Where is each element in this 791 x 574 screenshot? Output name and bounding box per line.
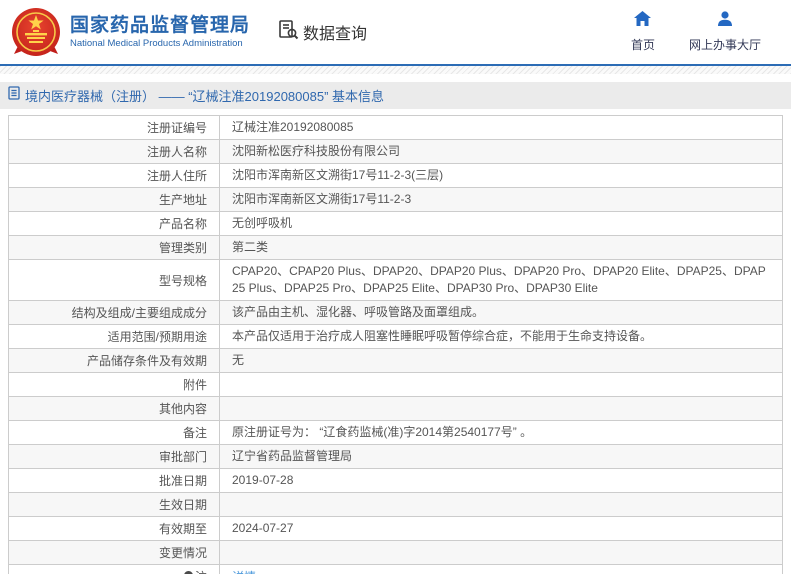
row-label: 其他内容 (8, 396, 220, 421)
table-row: 适用范围/预期用途 本产品仅适用于治疗成人阻塞性睡眠呼吸暂停综合症，不能用于生命… (8, 324, 783, 349)
table-row: 注册人住所 沈阳市浑南新区文溯街17号11-2-3(三层) (8, 163, 783, 188)
table-row: 批准日期 2019-07-28 (8, 468, 783, 493)
nav-service-hall[interactable]: 网上办事大厅 (689, 11, 761, 53)
data-query-label: 数据查询 (303, 26, 368, 43)
top-nav: 首页 网上办事大厅 (631, 11, 761, 53)
row-value: 辽械注准20192080085 (219, 115, 783, 140)
row-label: 管理类别 (8, 235, 220, 260)
row-value: 沈阳市浑南新区文溯街17号11-2-3(三层) (219, 163, 783, 188)
table-row: 生产地址 沈阳市浑南新区文溯街17号11-2-3 (8, 187, 783, 212)
row-value: 沈阳新松医疗科技股份有限公司 (219, 139, 783, 164)
row-value: 无 (219, 348, 783, 373)
hatch-divider (0, 66, 791, 74)
row-label: 附件 (8, 372, 220, 397)
table-row: 备注 原注册证号为： “辽食药监械(准)字2014第2540177号” 。 (8, 420, 783, 445)
table-row: 管理类别 第二类 (8, 235, 783, 260)
row-value (219, 396, 783, 421)
row-label: 适用范围/预期用途 (8, 324, 220, 349)
row-value: 辽宁省药品监督管理局 (219, 444, 783, 469)
org-name-cn: 国家药品监督管理局 (70, 15, 251, 36)
row-label: 生效日期 (8, 492, 220, 517)
detail-link[interactable]: 详情 (232, 570, 256, 574)
nav-home[interactable]: 首页 (631, 11, 655, 53)
row-label: 审批部门 (8, 444, 220, 469)
table-row: 产品名称 无创呼吸机 (8, 211, 783, 236)
row-value: 沈阳市浑南新区文溯街17号11-2-3 (219, 187, 783, 212)
person-icon (717, 11, 733, 31)
table-row: 型号规格 CPAP20、CPAP20 Plus、DPAP20、DPAP20 Pl… (8, 259, 783, 301)
table-row: 结构及组成/主要组成成分 该产品由主机、湿化器、呼吸管路及面罩组成。 (8, 300, 783, 325)
row-value: 该产品由主机、湿化器、呼吸管路及面罩组成。 (219, 300, 783, 325)
row-label: 有效期至 (8, 516, 220, 541)
home-icon (634, 11, 652, 31)
row-label: 产品名称 (8, 211, 220, 236)
table-row: 其他内容 (8, 396, 783, 421)
page-icon (8, 86, 20, 105)
document-search-icon (278, 19, 299, 45)
info-table: 注册证编号 辽械注准20192080085 注册人名称 沈阳新松医疗科技股份有限… (8, 115, 783, 574)
row-label: 型号规格 (8, 259, 220, 301)
table-row: 注册人名称 沈阳新松医疗科技股份有限公司 (8, 139, 783, 164)
row-label: 产品储存条件及有效期 (8, 348, 220, 373)
row-label: 注册证编号 (8, 115, 220, 140)
row-value: 本产品仅适用于治疗成人阻塞性睡眠呼吸暂停综合症，不能用于生命支持设备。 (219, 324, 783, 349)
table-row: 有效期至 2024-07-27 (8, 516, 783, 541)
row-value (219, 372, 783, 397)
info-table-body: 注册证编号 辽械注准20192080085 注册人名称 沈阳新松医疗科技股份有限… (8, 115, 783, 574)
row-value: 2024-07-27 (219, 516, 783, 541)
table-row: 附件 (8, 372, 783, 397)
nav-home-label: 首页 (630, 38, 655, 52)
row-value: 第二类 (219, 235, 783, 260)
site-header: 国家药品监督管理局 National Medical Products Admi… (0, 0, 791, 66)
row-value: 2019-07-28 (219, 468, 783, 493)
org-title-block: 国家药品监督管理局 National Medical Products Admi… (70, 15, 250, 49)
row-label: 结构及组成/主要组成成分 (8, 300, 220, 325)
table-row: 注册证编号 辽械注准20192080085 (8, 115, 783, 140)
row-value (219, 492, 783, 517)
table-row: 注 详情 (8, 564, 783, 574)
row-value: 无创呼吸机 (219, 211, 783, 236)
org-name-en: National Medical Products Administration (70, 38, 243, 49)
page-title: 境内医疗器械（注册） —— “辽械注准20192080085” 基本信息 (25, 89, 385, 104)
table-row: 变更情况 (8, 540, 783, 565)
row-value: 详情 (219, 564, 783, 574)
nmpa-emblem-logo[interactable] (10, 6, 62, 58)
nav-service-hall-label: 网上办事大厅 (688, 38, 761, 52)
table-row: 审批部门 辽宁省药品监督管理局 (8, 444, 783, 469)
row-value: CPAP20、CPAP20 Plus、DPAP20、DPAP20 Plus、DP… (219, 259, 783, 301)
table-row: 生效日期 (8, 492, 783, 517)
row-label: 注册人名称 (8, 139, 220, 164)
row-label: 备注 (8, 420, 220, 445)
row-label: 生产地址 (8, 187, 220, 212)
row-label: 注 (8, 564, 220, 574)
row-label: 变更情况 (8, 540, 220, 565)
breadcrumb: 境内医疗器械（注册） —— “辽械注准20192080085” 基本信息 (0, 82, 791, 109)
table-row: 产品储存条件及有效期 无 (8, 348, 783, 373)
row-value: 原注册证号为： “辽食药监械(准)字2014第2540177号” 。 (219, 420, 783, 445)
row-value (219, 540, 783, 565)
row-label: 注册人住所 (8, 163, 220, 188)
data-query-tab[interactable]: 数据查询 (278, 19, 367, 45)
row-label: 批准日期 (8, 468, 220, 493)
